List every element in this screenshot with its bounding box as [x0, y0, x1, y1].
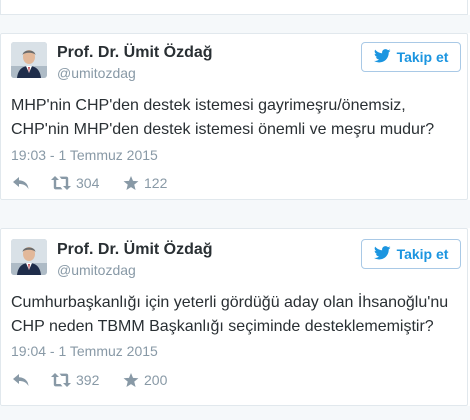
- tweet-text-line: CHP neden TBMM Başkanlığı seçiminde dest…: [11, 318, 434, 335]
- tweet-card: Prof. Dr. Ümit Özdağ @umitozdag Takip et…: [0, 33, 468, 200]
- follow-label: Takip et: [396, 246, 449, 262]
- author-name[interactable]: Prof. Dr. Ümit Özdağ: [57, 241, 213, 259]
- reply-button[interactable]: [13, 373, 51, 387]
- tweet-card: Prof. Dr. Ümit Özdağ @umitozdag Takip et…: [0, 228, 468, 406]
- retweet-button[interactable]: 392: [51, 372, 123, 388]
- follow-label: Takip et: [396, 49, 449, 65]
- reply-icon: [13, 176, 29, 190]
- tweet-feed: Prof. Dr. Ümit Özdağ @umitozdag Takip et…: [0, 0, 470, 420]
- previous-tweet-edge: [0, 0, 468, 15]
- tweet-timestamp[interactable]: 19:04 - 1 Temmuz 2015: [11, 343, 158, 359]
- retweet-button[interactable]: 304: [51, 175, 123, 191]
- author-handle[interactable]: @umitozdag: [57, 262, 136, 278]
- tweet-actions: 304 122: [13, 175, 167, 191]
- author-name[interactable]: Prof. Dr. Ümit Özdağ: [57, 44, 213, 62]
- like-button[interactable]: 122: [123, 175, 167, 191]
- like-star-icon: [123, 372, 139, 388]
- author-handle[interactable]: @umitozdag: [57, 65, 136, 81]
- retweet-count: 392: [76, 372, 100, 388]
- feed-gap: [0, 15, 470, 33]
- tweet-text: MHP'nin CHP'den destek istemesi gayrimeş…: [11, 94, 461, 142]
- follow-button[interactable]: Takip et: [361, 239, 461, 269]
- tweet-text-line: Cumhurbaşkanlığı için yeterli gördüğü ad…: [11, 294, 449, 311]
- retweet-count: 304: [76, 175, 100, 191]
- tweet-text-line: MHP'nin CHP'den destek istemesi gayrimeş…: [11, 97, 406, 114]
- follow-button[interactable]: Takip et: [361, 42, 461, 72]
- avatar[interactable]: [11, 42, 47, 78]
- tweet-text: Cumhurbaşkanlığı için yeterli gördüğü ad…: [11, 291, 461, 339]
- reply-button[interactable]: [13, 176, 51, 190]
- twitter-bird-icon: [373, 245, 391, 263]
- tweet-actions: 392 200: [13, 372, 167, 388]
- feed-gap: [0, 406, 470, 420]
- feed-gap: [0, 200, 470, 228]
- tweet-timestamp[interactable]: 19:03 - 1 Temmuz 2015: [11, 147, 158, 163]
- like-star-icon: [123, 175, 139, 191]
- reply-icon: [13, 373, 29, 387]
- retweet-icon: [51, 373, 71, 387]
- like-button[interactable]: 200: [123, 372, 167, 388]
- retweet-icon: [51, 176, 71, 190]
- like-count: 200: [144, 372, 168, 388]
- avatar[interactable]: [11, 239, 47, 275]
- twitter-bird-icon: [373, 48, 391, 66]
- tweet-text-line: CHP'nin MHP'den destek istemesi önemli v…: [11, 121, 435, 138]
- like-count: 122: [144, 175, 168, 191]
